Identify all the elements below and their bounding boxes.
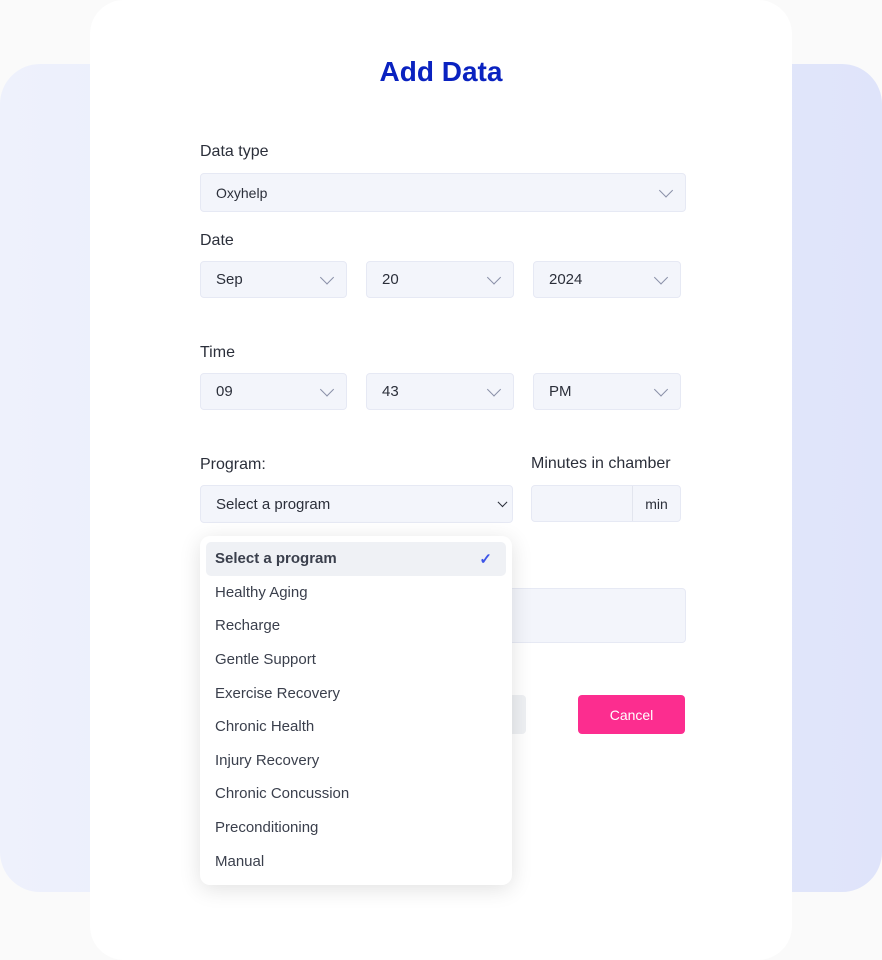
program-option[interactable]: Exercise Recovery [206,676,506,710]
year-select[interactable]: 2024 [533,261,681,298]
chevron-down-icon [653,381,669,397]
program-option-label: Preconditioning [215,819,319,837]
chevron-down-icon [653,269,669,285]
program-option[interactable]: Chronic Concussion [206,777,506,811]
minutes-unit: min [632,486,680,521]
program-option-label: Chronic Health [215,718,315,736]
program-dropdown-menu: Select a program ✓ Healthy Aging Recharge Ge… [200,536,512,885]
program-select[interactable]: Select a program [200,485,513,523]
program-option-label: Select a program [215,550,337,568]
program-option[interactable]: Manual [206,844,506,878]
year-value: 2024 [549,271,583,288]
data-type-select[interactable]: Oxyhelp [200,173,686,212]
chevron-down-icon [319,269,335,285]
program-option-label: Chronic Concussion [215,785,350,803]
program-option-label: Recharge [215,617,281,635]
minute-select[interactable]: 43 [366,373,514,410]
data-type-value: Oxyhelp [216,184,268,201]
minutes-input[interactable]: min [531,485,681,522]
minute-value: 43 [382,383,399,400]
page-title: Add Data [379,56,503,87]
day-select[interactable]: 20 [366,261,514,298]
hour-value: 09 [216,383,233,400]
program-label: Program: [200,456,266,473]
program-option[interactable]: Preconditioning [206,811,506,845]
minutes-label: Minutes in chamber [531,455,671,472]
data-type-label: Data type [200,143,269,160]
program-option-label: Manual [215,852,265,870]
chevron-down-icon [319,381,335,397]
program-option[interactable]: Chronic Health [206,710,506,744]
program-option[interactable]: Select a program ✓ [206,542,506,576]
checkmark-icon: ✓ [479,550,492,568]
hour-select[interactable]: 09 [200,373,347,410]
chevron-down-icon [497,497,508,508]
program-option-label: Healthy Aging [215,583,308,601]
program-option[interactable]: Recharge [206,609,506,643]
cancel-button[interactable]: Cancel [578,695,685,734]
month-value: Sep [216,271,243,288]
program-option-label: Exercise Recovery [215,684,341,702]
program-option-label: Injury Recovery [215,751,320,769]
chevron-down-icon [486,381,502,397]
program-option[interactable]: Healthy Aging [206,576,506,610]
ampm-select[interactable]: PM [533,373,681,410]
date-label: Date [200,232,234,249]
ampm-value: PM [549,383,572,400]
chevron-down-icon [658,182,674,198]
chevron-down-icon [486,269,502,285]
time-label: Time [200,344,235,361]
month-select[interactable]: Sep [200,261,347,298]
program-option-label: Gentle Support [215,651,316,669]
program-option[interactable]: Injury Recovery [206,744,506,778]
notes-field[interactable] [500,588,686,643]
day-value: 20 [382,271,399,288]
program-value: Select a program [216,495,331,513]
program-option[interactable]: Gentle Support [206,643,506,677]
